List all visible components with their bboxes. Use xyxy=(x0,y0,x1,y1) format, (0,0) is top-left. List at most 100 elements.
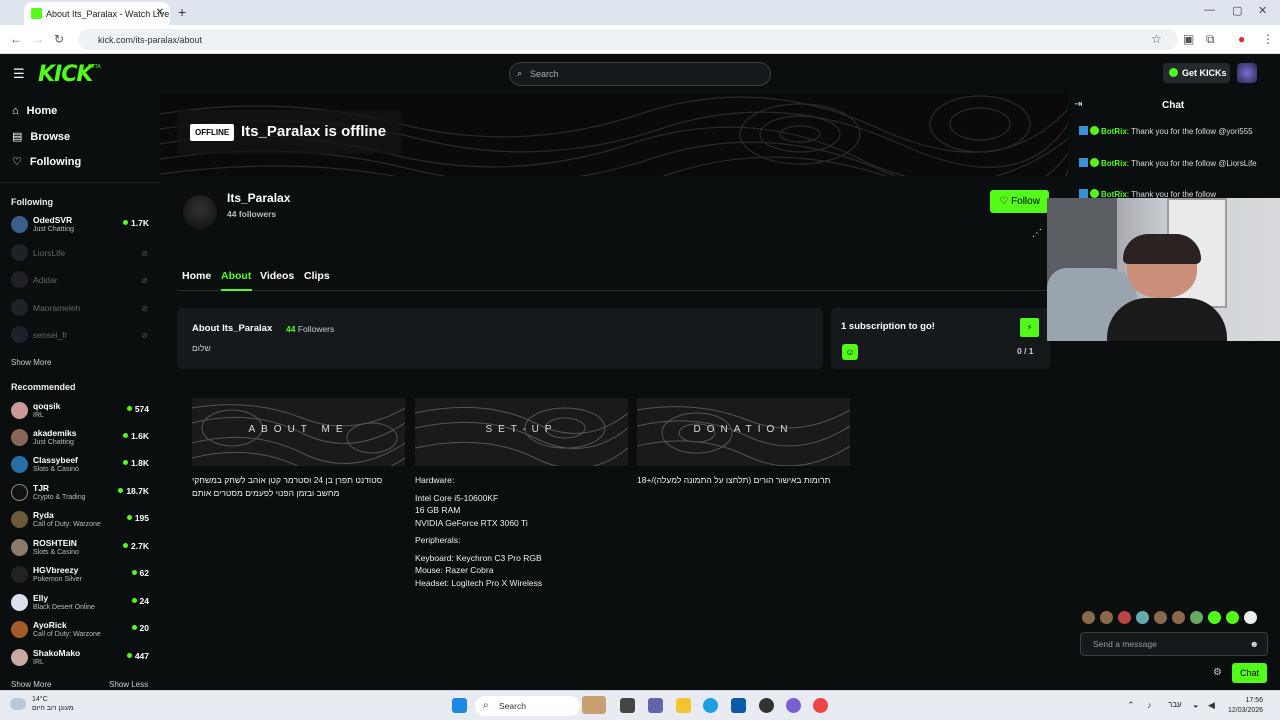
search-input[interactable]: ⌕ Search xyxy=(509,62,771,86)
sidebar-channel-tjr[interactable]: TJR Crypto & Trading 18.7K xyxy=(11,481,151,507)
windows-start-icon[interactable] xyxy=(452,698,467,713)
heart-icon: ♡ xyxy=(12,156,22,168)
tray-chevron-icon[interactable]: ⌃ xyxy=(1127,700,1135,711)
kick-logo[interactable]: KICK xyxy=(38,62,93,87)
sidebar-channel-maorameleh[interactable]: Maorameleh ⊘ xyxy=(11,296,151,322)
emoji-icon[interactable]: ☻ xyxy=(1250,639,1259,649)
emote-icon[interactable] xyxy=(1244,611,1257,624)
minimize-icon[interactable]: — xyxy=(1204,4,1215,16)
weather-widget[interactable]: 14°C מעונן רוב היום xyxy=(10,695,74,713)
obs-icon[interactable] xyxy=(759,698,774,713)
channel-name: LiorsLife xyxy=(33,248,66,258)
channel-name: akademiks xyxy=(33,428,77,438)
chat-message-input[interactable]: Send a message ☻ xyxy=(1080,632,1268,656)
share-icon[interactable]: ⋰ xyxy=(1032,228,1042,239)
emote-icon[interactable] xyxy=(1118,611,1131,624)
emote-icon[interactable] xyxy=(1172,611,1185,624)
sidebar-channel-sensei-fr[interactable]: sensei_fr ⊘ xyxy=(11,323,151,349)
system-clock[interactable]: 17:56 12/03/2026 xyxy=(1228,696,1263,716)
setup-line: 16 GB RAM xyxy=(415,505,461,515)
chat-username[interactable]: BotRix xyxy=(1101,127,1127,136)
teams-icon[interactable] xyxy=(648,698,663,713)
follow-button[interactable]: ♡ Follow xyxy=(990,190,1049,213)
donation-panel-image[interactable]: DONATION xyxy=(637,398,850,466)
language-indicator[interactable]: עבר xyxy=(1168,700,1182,709)
emote-icon[interactable] xyxy=(1208,611,1221,624)
tab-clips[interactable]: Clips xyxy=(304,270,330,282)
chat-username[interactable]: BotRix xyxy=(1101,159,1127,168)
sidebar-channel-odedsvr[interactable]: OdedSVR Just Chatting 1.7K xyxy=(11,213,151,239)
chrome-icon[interactable] xyxy=(813,698,828,713)
sidebar-channel-roshtein[interactable]: ROSHTEIN Slots & Casino 2.7K xyxy=(11,536,151,562)
sidebar-channel-ryda[interactable]: Ryda Call of Duty: Warzone 195 xyxy=(11,508,151,534)
search-icon: ⌕ xyxy=(517,68,523,78)
chat-message: BotRix: Thank you for the follow @LiorsL… xyxy=(1079,158,1269,170)
show-more-recommended[interactable]: Show More xyxy=(11,680,51,689)
send-chat-button[interactable]: Chat xyxy=(1232,663,1267,683)
emote-icon[interactable] xyxy=(1226,611,1239,624)
sidebar-channel-hgvbreezy[interactable]: HGVbreezy Pokemon Silver 62 xyxy=(11,563,151,589)
channel-category: Just Chatting xyxy=(33,439,74,446)
setup-line: Peripherals: xyxy=(415,535,461,545)
emote-icon[interactable] xyxy=(1082,611,1095,624)
sidebar-nav-following[interactable]: ♡ Following xyxy=(12,155,81,169)
profile-icon[interactable]: ● xyxy=(1238,32,1245,46)
forward-icon[interactable]: → xyxy=(32,32,44,46)
chat-title: Chat xyxy=(1162,100,1185,111)
sidebar-channel-akademiks[interactable]: akademiks Just Chatting 1.6K xyxy=(11,426,151,452)
kick-favicon-icon xyxy=(31,8,42,19)
user-avatar[interactable] xyxy=(1237,63,1257,83)
browser-menu-icon[interactable]: ⋮ xyxy=(1262,32,1274,46)
tab-videos[interactable]: Videos xyxy=(260,270,294,282)
sidebar-channel-liorslife[interactable]: LiorsLife ⊘ xyxy=(11,241,151,267)
taskbar-search[interactable]: ⌕ Search xyxy=(475,696,606,716)
hamburger-menu-icon[interactable]: ☰ xyxy=(13,66,25,82)
tab-home[interactable]: Home xyxy=(182,270,211,282)
emote-bar xyxy=(1082,611,1268,625)
emote-icon[interactable] xyxy=(1100,611,1113,624)
maximize-icon[interactable]: ▢ xyxy=(1232,4,1242,17)
edge-icon[interactable] xyxy=(703,698,718,713)
setup-panel-image[interactable]: SET-UP xyxy=(415,398,628,466)
get-kicks-button[interactable]: Get KICKs xyxy=(1163,63,1230,83)
sidebar-channel-qoqsik[interactable]: qoqsik IRL 574 xyxy=(11,399,151,425)
sidebar-channel-ayorick[interactable]: AyoRick Call of Duty: Warzone 20 xyxy=(11,618,151,644)
mic-icon[interactable]: ♪ xyxy=(1147,700,1152,710)
sidebar-channel-shakomako[interactable]: ShakoMako IRL 447 xyxy=(11,646,151,672)
new-tab-icon[interactable]: + xyxy=(178,4,186,20)
subscription-card xyxy=(831,308,1050,369)
emote-icon[interactable] xyxy=(1136,611,1149,624)
show-less-recommended[interactable]: Show Less xyxy=(109,680,148,689)
clock-time: 17:56 xyxy=(1245,697,1264,704)
sidebar-channel-classybeef[interactable]: Classybeef Slots & Casino 1.8K xyxy=(11,453,151,479)
sidebar-nav-browse[interactable]: ▤ Browse xyxy=(12,130,71,144)
close-tab-icon[interactable]: ✕ xyxy=(156,7,164,18)
chat-settings-gear-icon[interactable]: ⚙ xyxy=(1213,667,1222,678)
about-me-panel-image[interactable]: ABOUT ME xyxy=(192,398,405,466)
subscription-goal-button[interactable]: ⚡ xyxy=(1020,318,1039,337)
task-view-icon[interactable] xyxy=(620,698,635,713)
bookmark-star-icon[interactable]: ☆ xyxy=(1151,32,1162,46)
sidebar-channel-elly[interactable]: Elly Black Desert Online 24 xyxy=(11,591,151,617)
close-window-icon[interactable]: ✕ xyxy=(1258,4,1267,17)
tab-about[interactable]: About xyxy=(221,270,251,282)
browser-tab[interactable]: About Its_Paralax - Watch Live ✕ xyxy=(24,2,170,25)
chat-username[interactable]: BotRix xyxy=(1101,190,1127,198)
extensions-puzzle-icon[interactable]: ⧉ xyxy=(1206,32,1215,47)
reload-icon[interactable]: ↻ xyxy=(54,32,64,46)
collapse-chat-icon[interactable]: ⇥ xyxy=(1074,99,1082,110)
show-more-following[interactable]: Show More xyxy=(11,358,51,367)
nav-label: Browse xyxy=(30,130,71,143)
discord-icon[interactable] xyxy=(786,698,801,713)
sidebar-channel-adidar[interactable]: Adidar ⊘ xyxy=(11,268,151,294)
extension-icon[interactable]: ▣ xyxy=(1183,32,1194,46)
emote-icon[interactable] xyxy=(1190,611,1203,624)
url-field[interactable]: kick.com/its-paralax/about xyxy=(78,29,1178,50)
back-icon[interactable]: ← xyxy=(10,32,22,46)
emote-icon[interactable] xyxy=(1154,611,1167,624)
volume-icon[interactable]: ◀ xyxy=(1208,700,1215,711)
wifi-icon[interactable]: ◒ xyxy=(1193,700,1198,710)
sidebar-nav-home[interactable]: ⌂ Home xyxy=(12,105,57,117)
file-explorer-icon[interactable] xyxy=(676,698,691,713)
store-icon[interactable] xyxy=(731,698,746,713)
